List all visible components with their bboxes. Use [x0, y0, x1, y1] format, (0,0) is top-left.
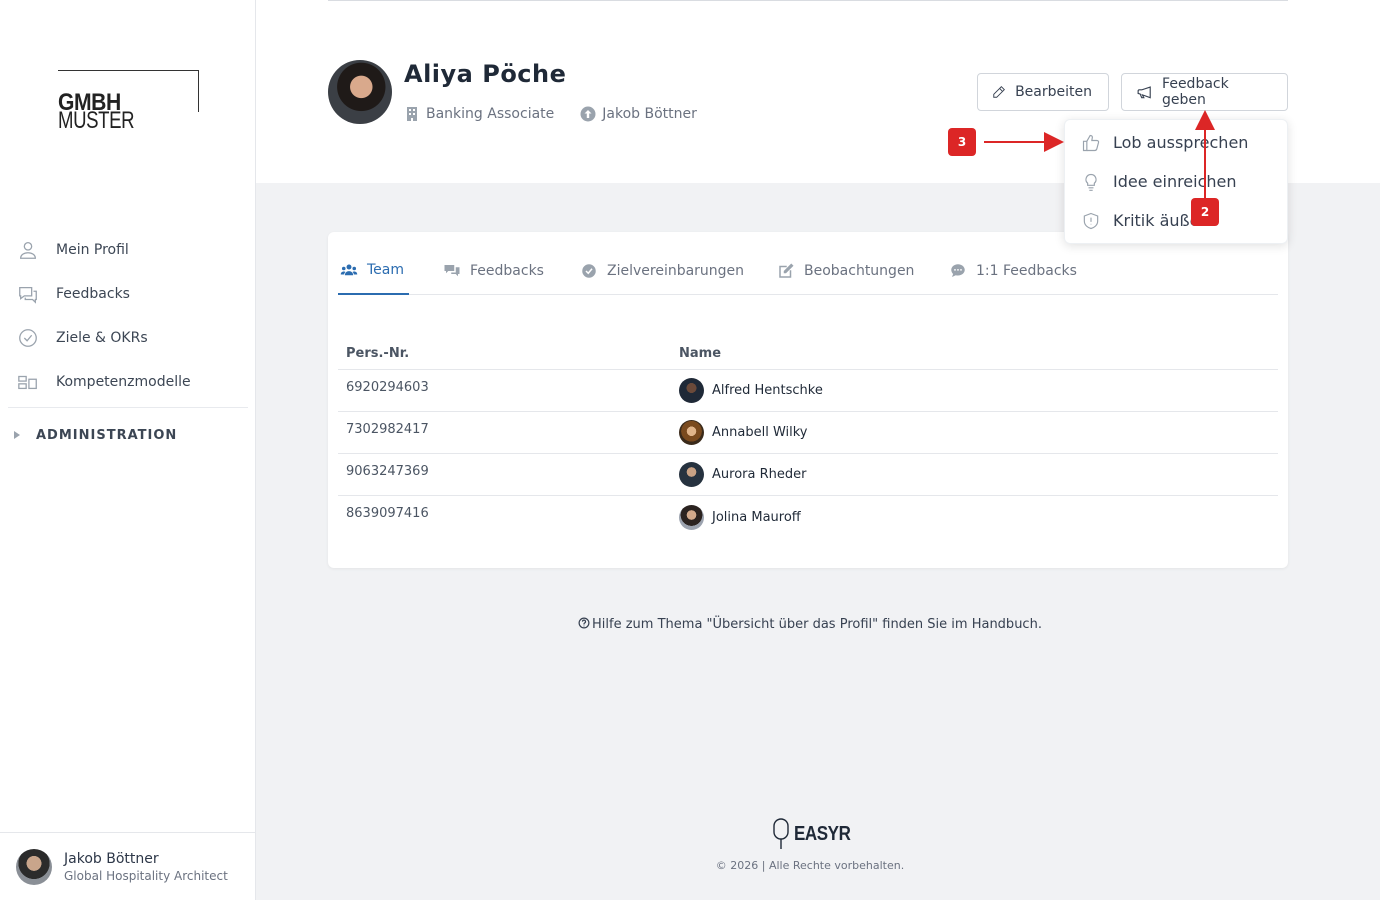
avatar	[679, 462, 704, 487]
avatar	[16, 848, 52, 885]
profile-position: Banking Associate	[404, 106, 554, 122]
comments-icon	[444, 264, 460, 276]
building-icon	[407, 107, 417, 121]
sidebar-item-ziele-okrs[interactable]: Ziele & OKRs	[0, 316, 256, 360]
help-text-content: Hilfe zum Thema "Übersicht über das Prof…	[592, 617, 1042, 632]
check-circle-icon	[19, 329, 37, 347]
caret-right-icon	[14, 431, 20, 439]
edit-icon	[779, 263, 794, 278]
menu-item-kritik-aeussern[interactable]: Kritik äußern	[1065, 201, 1289, 240]
menu-item-label: Lob aussprechen	[1113, 133, 1249, 152]
sidebar-item-feedbacks[interactable]: Feedbacks	[0, 272, 256, 316]
menu-item-lob-aussprechen[interactable]: Lob aussprechen	[1065, 123, 1289, 162]
profile-position-text: Banking Associate	[426, 106, 555, 122]
tab-label: Zielvereinbarungen	[607, 262, 745, 279]
profile-avatar	[328, 60, 392, 124]
edit-button-label: Bearbeiten	[1015, 84, 1092, 100]
profile-meta: Banking Associate Jakob Böttner	[404, 106, 723, 122]
sidebar-item-label: Mein Profil	[56, 242, 129, 258]
megaphone-icon	[1137, 86, 1151, 99]
sidebar-nav: Mein Profil Feedbacks Ziele & OKRs Kompe…	[0, 228, 256, 462]
cell-name: Alfred Hentschke	[712, 383, 823, 398]
copyright: © 2026 | Alle Rechte vorbehalten.	[715, 859, 905, 872]
sidebar-item-kompetenzmodelle[interactable]: Kompetenzmodelle	[0, 360, 256, 404]
sidebar-item-administration[interactable]: ADMINISTRATION	[0, 408, 256, 462]
cell-pers-nr: 7302982417	[346, 422, 429, 437]
current-user-role: Global Hospitality Architect	[64, 868, 228, 883]
chat-icon	[19, 286, 37, 304]
feedback-dropdown: Lob aussprechen Idee einreichen Kritik ä…	[1064, 119, 1288, 244]
column-header-name[interactable]: Name	[679, 346, 1278, 361]
avatar	[679, 420, 704, 445]
tab-zielvereinbarungen[interactable]: Zielvereinbarungen	[580, 246, 744, 295]
tab-label: Feedbacks	[470, 262, 544, 279]
table-row[interactable]: 9063247369 Aurora Rheder	[338, 454, 1278, 496]
profile-tabs: Team Feedbacks Zielvereinbarungen Beobac…	[338, 246, 1278, 295]
team-table: Pers.-Nr. Name 6920294603 Alfred Hentsch…	[338, 338, 1278, 538]
profile-name: Aliya Pöche	[404, 60, 567, 88]
logo-text-regular: MUSTER	[58, 107, 135, 134]
annotation-badge-3: 3	[948, 128, 976, 156]
pencil-icon	[993, 86, 1005, 98]
cell-name: Annabell Wilky	[712, 425, 808, 440]
admin-label: ADMINISTRATION	[36, 427, 178, 443]
company-logo[interactable]: MUSTER GMBH	[58, 70, 199, 134]
help-text[interactable]: Hilfe zum Thema "Übersicht über das Prof…	[256, 617, 1364, 632]
user-icon	[20, 242, 36, 259]
current-user-name: Jakob Böttner	[64, 850, 159, 867]
footer-logo: EASYR	[772, 818, 860, 850]
shield-icon	[1083, 212, 1099, 229]
avatar	[679, 504, 704, 530]
column-header-pers-nr[interactable]: Pers.-Nr.	[338, 346, 679, 361]
sidebar: MUSTER GMBH Mein Profil Feedbacks Ziele &…	[0, 0, 256, 900]
avatar	[679, 378, 704, 403]
tab-feedbacks[interactable]: Feedbacks	[443, 246, 544, 295]
tab-label: 1:1 Feedbacks	[976, 262, 1077, 279]
sidebar-item-label: Feedbacks	[56, 286, 130, 302]
profile-manager-text: Jakob Böttner	[602, 106, 697, 122]
profile-manager[interactable]: Jakob Böttner	[580, 106, 697, 122]
tab-label: Team	[367, 261, 405, 278]
tab-team[interactable]: Team	[338, 246, 409, 295]
feedback-button-label: Feedback geben	[1162, 76, 1229, 108]
question-circle-icon	[578, 617, 590, 629]
feedback-button[interactable]: Feedback geben	[1121, 73, 1288, 111]
sidebar-item-mein-profil[interactable]: Mein Profil	[0, 228, 256, 272]
grid-icon	[18, 375, 37, 390]
thumbs-up-icon	[1082, 134, 1100, 151]
footer-logo-text: EASYR	[794, 822, 851, 845]
cell-pers-nr: 6920294603	[346, 380, 429, 395]
tab-label: Beobachtungen	[804, 262, 915, 279]
arrow-up-circle-icon	[580, 106, 596, 122]
cell-name: Jolina Mauroff	[712, 509, 801, 525]
team-card: Team Feedbacks Zielvereinbarungen Beobac…	[328, 232, 1288, 568]
edit-button[interactable]: Bearbeiten	[977, 73, 1109, 111]
annotation-badge-2: 2	[1191, 198, 1219, 226]
check-circle-icon	[582, 263, 596, 278]
current-user[interactable]: Jakob Böttner Global Hospitality Archite…	[0, 832, 256, 900]
sidebar-item-label: Kompetenzmodelle	[56, 374, 191, 390]
table-header: Pers.-Nr. Name	[338, 338, 1278, 370]
lightbulb-icon	[1085, 173, 1097, 191]
comment-dots-icon	[951, 263, 965, 277]
sidebar-item-label: Ziele & OKRs	[56, 330, 148, 346]
tab-1-1-feedbacks[interactable]: 1:1 Feedbacks	[949, 246, 1077, 295]
table-row[interactable]: 7302982417 Annabell Wilky	[338, 412, 1278, 454]
easyr-logo-icon	[773, 818, 789, 849]
menu-item-label: Idee einreichen	[1113, 172, 1237, 191]
table-row[interactable]: 6920294603 Alfred Hentschke	[338, 370, 1278, 412]
divider	[328, 0, 1288, 1]
cell-name: Aurora Rheder	[712, 467, 807, 482]
users-icon	[340, 264, 358, 275]
tab-beobachtungen[interactable]: Beobachtungen	[777, 246, 914, 295]
cell-pers-nr: 8639097416	[346, 506, 429, 521]
menu-item-idee-einreichen[interactable]: Idee einreichen	[1065, 162, 1289, 201]
cell-pers-nr: 9063247369	[346, 464, 429, 479]
table-row[interactable]: 8639097416 Jolina Mauroff	[338, 496, 1278, 538]
